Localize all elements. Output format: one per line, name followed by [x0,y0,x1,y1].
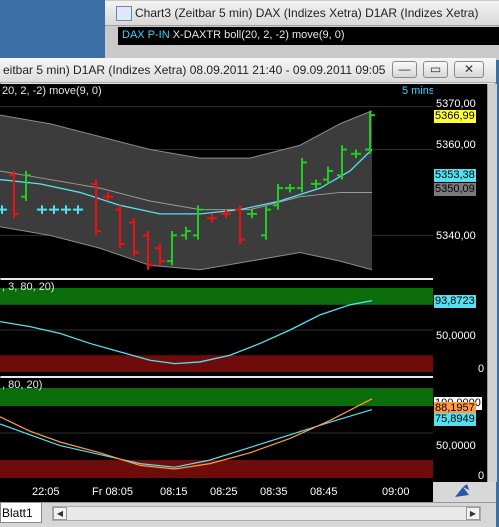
pan-icon[interactable] [433,482,496,502]
oscillator-2-cyan-line [0,409,373,468]
close-button[interactable]: ✕ [454,61,484,78]
price-pane[interactable]: 20, 2, -2) move(9, 0) 5 mins [0,84,434,278]
oscillator-1-line [0,299,373,365]
x-tick: 22:05 [32,486,60,498]
overbought-zone [0,288,433,305]
y-tick: 50,0000 [436,440,476,452]
axis-corner[interactable] [433,482,496,502]
background-window-titlebar[interactable]: Chart3 (Zeitbar 5 min) DAX (Indizes Xetr… [105,1,499,26]
y-tick: 0 [478,363,485,375]
y-tick: 5370,00 [436,98,476,110]
scroll-right-icon[interactable]: ▶ [466,507,480,520]
x-tick: Fr 08:05 [92,486,133,498]
oscillator-2-orange-line [0,398,373,470]
background-window-indicator-header: DAX P-IN X-DAXTR boll(20, 2, -2) move(9,… [118,27,499,45]
x-tick: 08:35 [260,486,288,498]
chart-window-title: eitbar 5 min) D1AR (Indizes Xetra) 08.09… [3,63,386,77]
oscillator-1-value-tag: 93,8723 [434,295,476,308]
y-tick: 50,0000 [436,330,476,342]
oscillator-pane-2[interactable]: , 80, 20) [0,378,433,482]
y-tick: 5360,00 [436,139,476,151]
oscillator-chart-2 [0,388,433,478]
last-price-tag: 5366,99 [434,110,476,123]
x-tick: 08:15 [160,486,188,498]
ma-value-tag: 5353,38 [434,169,476,182]
x-tick: 08:45 [310,486,338,498]
y-tick: 5340,00 [436,230,476,242]
background-window-title: Chart3 (Zeitbar 5 min) DAX (Indizes Xetr… [135,6,479,20]
x-tick: 08:25 [210,486,238,498]
indicator-label: X-DAXTR boll(20, 2, -2) move(9, 0) [172,29,345,41]
sheet-tab-label: Blatt1 [2,506,33,520]
restore-button[interactable]: ▭ [423,61,448,78]
band-value-tag: 5350,09 [434,183,476,196]
overbought-zone [0,388,433,406]
chart-window-titlebar[interactable]: eitbar 5 min) D1AR (Indizes Xetra) 08.09… [0,58,496,83]
dax-label: DAX P-IN [122,29,170,41]
y-tick: 0 [478,470,485,482]
minimize-button[interactable]: — [392,61,417,78]
oscillator-2-header: , 80, 20) [2,379,43,391]
oscillator-chart-1 [0,288,433,372]
scroll-left-icon[interactable]: ◀ [53,507,67,520]
chart-window-icon [116,6,132,21]
oversold-zone [0,460,433,478]
oscillator-2-cyan-tag: 75,8949 [434,413,476,426]
time-axis[interactable]: 22:05 Fr 08:05 08:15 08:25 08:35 08:45 0… [0,482,433,502]
price-chart [0,106,433,271]
x-tick: 09:00 [382,486,410,498]
bollinger-band [0,110,372,270]
oscillator-1-header: , 3, 80, 20) [2,281,55,293]
sheet-tab[interactable]: Blatt1 [0,503,42,523]
horizontal-scrollbar[interactable]: ◀ ▶ [52,506,481,521]
vertical-scrollbar[interactable] [487,84,497,482]
oscillator-pane-1[interactable]: , 3, 80, 20) [0,280,433,376]
